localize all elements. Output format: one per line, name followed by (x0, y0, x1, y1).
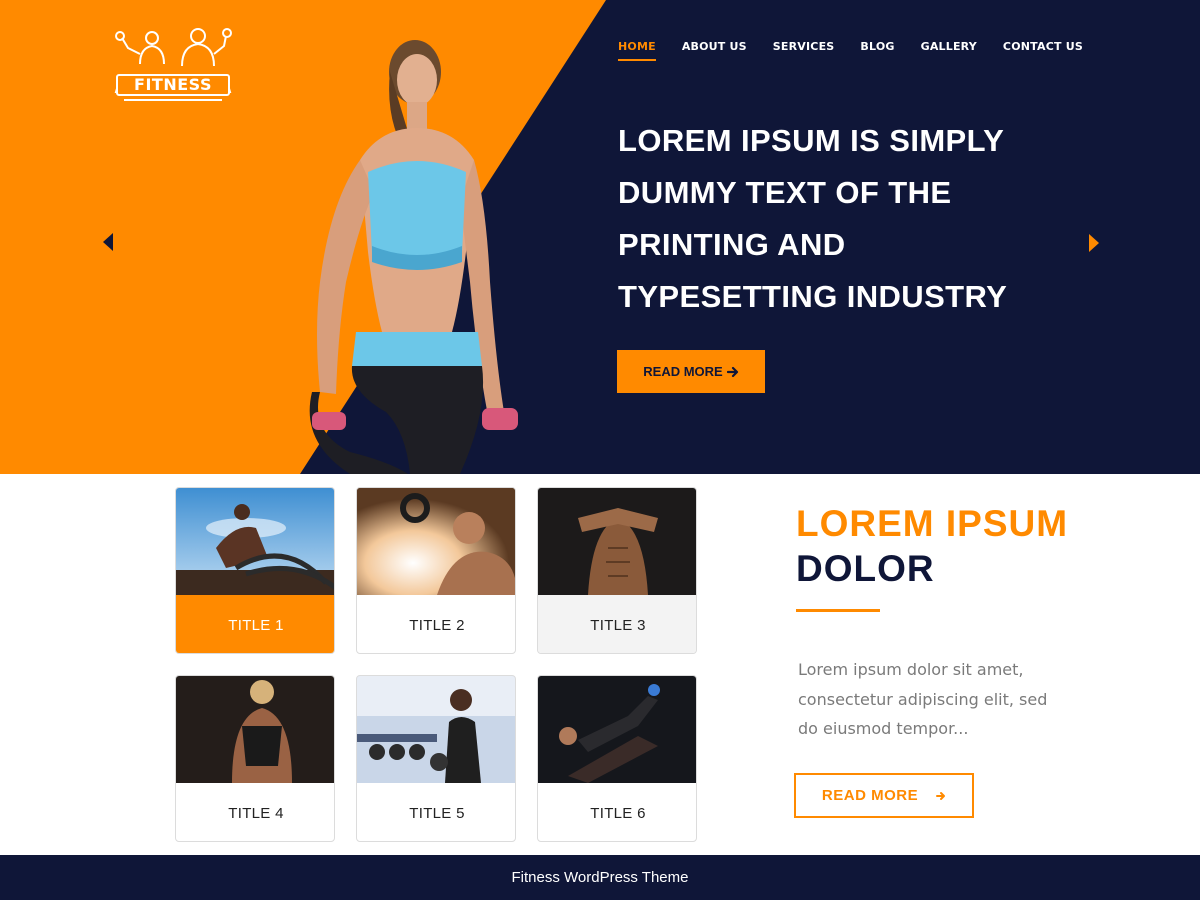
section-title-line1: LOREM IPSUM (796, 503, 1069, 544)
hero-slider: FITNESS HOME ABOUT US SERVICES BLOG GALL… (0, 0, 1200, 474)
footer: Fitness WordPress Theme (0, 855, 1200, 900)
card-title-4[interactable]: TITLE 4 (175, 675, 335, 842)
hero-read-more-button[interactable]: READ MORE (617, 350, 765, 393)
card-4-image (176, 676, 334, 783)
caret-left-icon[interactable] (103, 233, 113, 251)
caret-right-icon[interactable] (1089, 234, 1099, 252)
nav-home[interactable]: HOME (618, 40, 656, 61)
section-divider (796, 609, 880, 612)
nav-gallery[interactable]: GALLERY (921, 40, 977, 61)
logo-text: FITNESS (116, 74, 230, 96)
hero-title: LOREM IPSUM IS SIMPLY DUMMY TEXT OF THE … (618, 123, 1008, 314)
card-title-label: TITLE 1 (176, 595, 334, 653)
card-5-image (357, 676, 515, 783)
section-description: Lorem ipsum dolor sit amet, consectetur … (798, 660, 1048, 738)
card-title-label: TITLE 6 (590, 804, 646, 822)
nav-services[interactable]: SERVICES (773, 40, 835, 61)
hero-fitness-model-image (309, 40, 518, 474)
section-read-more-button[interactable]: READ MORE (794, 773, 974, 818)
card-3-image (538, 488, 696, 595)
card-title-2[interactable]: TITLE 2 (356, 487, 516, 654)
arrow-right-icon (726, 366, 738, 377)
section-read-more-label: READ MORE (821, 787, 919, 804)
card-title-6[interactable]: TITLE 6 (537, 675, 697, 842)
arrow-right-icon (936, 791, 946, 800)
card-title-3[interactable]: TITLE 3 (537, 487, 697, 654)
card-title-1[interactable]: TITLE 1 (175, 487, 335, 654)
hero-read-more-label: READ MORE (643, 364, 723, 379)
card-6-image (538, 676, 696, 783)
card-title-label: TITLE 5 (409, 804, 465, 822)
nav-about-us[interactable]: ABOUT US (682, 40, 747, 61)
card-title-label: TITLE 4 (228, 804, 284, 822)
footer-text: Fitness WordPress Theme (511, 869, 689, 886)
section-title-line2: DOLOR (796, 548, 935, 589)
card-title-5[interactable]: TITLE 5 (356, 675, 516, 842)
card-title-label: TITLE 3 (538, 595, 696, 653)
card-1-image (176, 488, 334, 595)
card-title-label: TITLE 2 (409, 616, 465, 634)
nav-contact-us[interactable]: CONTACT US (1003, 40, 1083, 61)
main-navigation: HOME ABOUT US SERVICES BLOG GALLERY CONT… (618, 40, 1083, 61)
card-2-image (357, 488, 515, 595)
nav-blog[interactable]: BLOG (860, 40, 894, 61)
